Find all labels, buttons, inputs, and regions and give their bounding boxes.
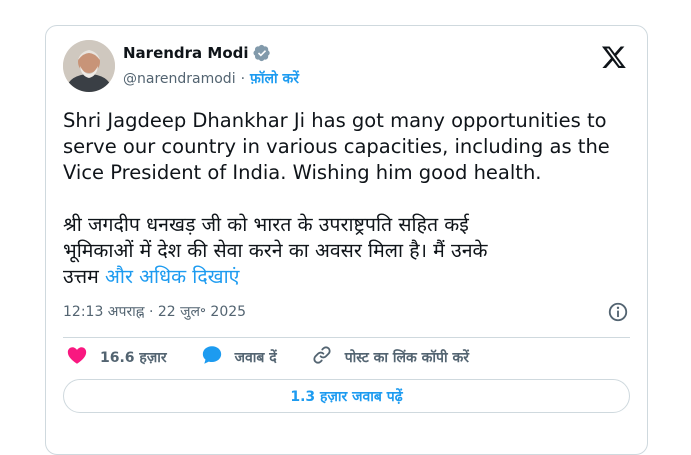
embedded-post-card: Narendra Modi @narendramodi · फ़ॉलो करें… [45,25,648,455]
verified-badge-icon [253,44,271,62]
like-count: 16.6 हज़ार [100,349,167,366]
like-button[interactable]: 16.6 हज़ार [66,344,167,370]
x-logo-icon[interactable] [601,44,627,70]
post-header: Narendra Modi @narendramodi · फ़ॉलो करें [63,40,631,94]
avatar[interactable] [63,40,115,92]
follow-button[interactable]: फ़ॉलो करें [250,69,299,88]
author-handle-row: @narendramodi · फ़ॉलो करें [123,69,299,88]
link-icon [311,344,345,370]
heart-icon [66,344,100,370]
divider [63,337,630,338]
reply-label: जवाब दें [234,349,277,366]
author-name[interactable]: Narendra Modi [123,44,249,62]
author-handle[interactable]: @narendramodi [123,71,236,87]
read-replies-button[interactable]: 1.3 हज़ार जवाब पढ़ें [63,379,630,413]
info-icon[interactable] [607,301,629,323]
post-text-english: Shri Jagdeep Dhankhar Ji has got many op… [63,109,610,184]
show-more-link[interactable]: और अधिक दिखाएं [105,265,239,288]
post-body: Shri Jagdeep Dhankhar Ji has got many op… [63,108,633,290]
author-name-row: Narendra Modi [123,44,271,62]
action-bar: 16.6 हज़ार जवाब दें पोस्ट का लिंक कॉपी क… [66,345,503,369]
avatar-image [63,40,115,92]
post-timestamp[interactable]: 12:13 अपराह्न · 22 जुल॰ 2025 [63,302,246,321]
separator-dot: · [240,70,246,87]
reply-button[interactable]: जवाब दें [201,344,277,370]
copy-link-label: पोस्ट का लिंक कॉपी करें [344,349,469,366]
speech-bubble-icon [201,344,235,370]
copy-link-button[interactable]: पोस्ट का लिंक कॉपी करें [311,344,469,370]
